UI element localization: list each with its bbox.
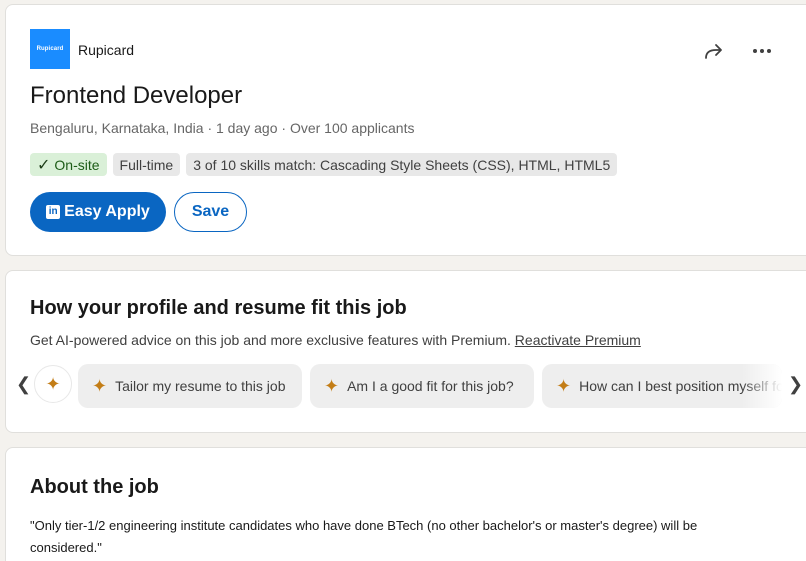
ai-spark-button[interactable]: ✦ [34,365,72,403]
job-header-card: Rupicard Rupicard Frontend Developer Ben… [5,4,806,256]
spark-icon: ✦ [92,376,108,396]
onsite-label: On-site [54,156,100,173]
about-text: "Only tier-1/2 engineering institute can… [30,518,698,555]
job-tags: ✓ On-site Full-time 3 of 10 skills match… [30,153,618,176]
carousel-prev-icon[interactable]: ❮ [16,374,31,395]
skills-match-pill[interactable]: 3 of 10 skills match: Cascading Style Sh… [186,153,618,176]
easy-apply-label: Easy Apply [64,203,150,220]
carousel-next-icon[interactable]: ❯ [788,374,803,395]
prompt-chip[interactable]: ✦ How can I best position myself for thi… [542,364,782,408]
check-icon: ✓ [37,156,51,174]
easy-apply-button[interactable]: in Easy Apply [30,192,166,232]
company-name[interactable]: Rupicard [78,42,134,58]
prompt-chip[interactable]: ✦ Tailor my resume to this job [78,364,302,408]
fulltime-pill: Full-time [112,153,181,176]
fit-heading: How your profile and resume fit this job [30,297,407,319]
about-job-card: About the job "Only tier-1/2 engineering… [5,447,806,561]
spark-icon: ✦ [556,376,572,396]
spark-icon: ✦ [324,376,340,396]
prompt-carousel: ❮ ✦ ✦ Tailor my resume to this job ✦ Am … [6,364,806,410]
prompt-chip-label: Tailor my resume to this job [115,378,286,394]
prompt-chip-label: Am I a good fit for this job? [347,378,514,394]
reactivate-premium-link[interactable]: Reactivate Premium [515,332,641,348]
linkedin-icon: in [46,205,61,219]
fit-subtext: Get AI-powered advice on this job and mo… [30,332,641,348]
job-meta: Bengaluru, Karnataka, India · 1 day ago … [30,120,415,136]
spark-icon: ✦ [45,374,61,394]
about-heading: About the job [30,476,159,498]
company-logo[interactable]: Rupicard [30,29,70,69]
fit-subtext-text: Get AI-powered advice on this job and mo… [30,332,511,348]
job-title: Frontend Developer [30,82,243,109]
share-icon[interactable] [702,39,726,63]
onsite-pill: ✓ On-site [30,153,107,176]
save-button[interactable]: Save [174,192,247,232]
prompt-chip[interactable]: ✦ Am I a good fit for this job? [310,364,534,408]
profile-fit-card: How your profile and resume fit this job… [5,270,806,433]
more-options-icon[interactable] [750,39,774,63]
